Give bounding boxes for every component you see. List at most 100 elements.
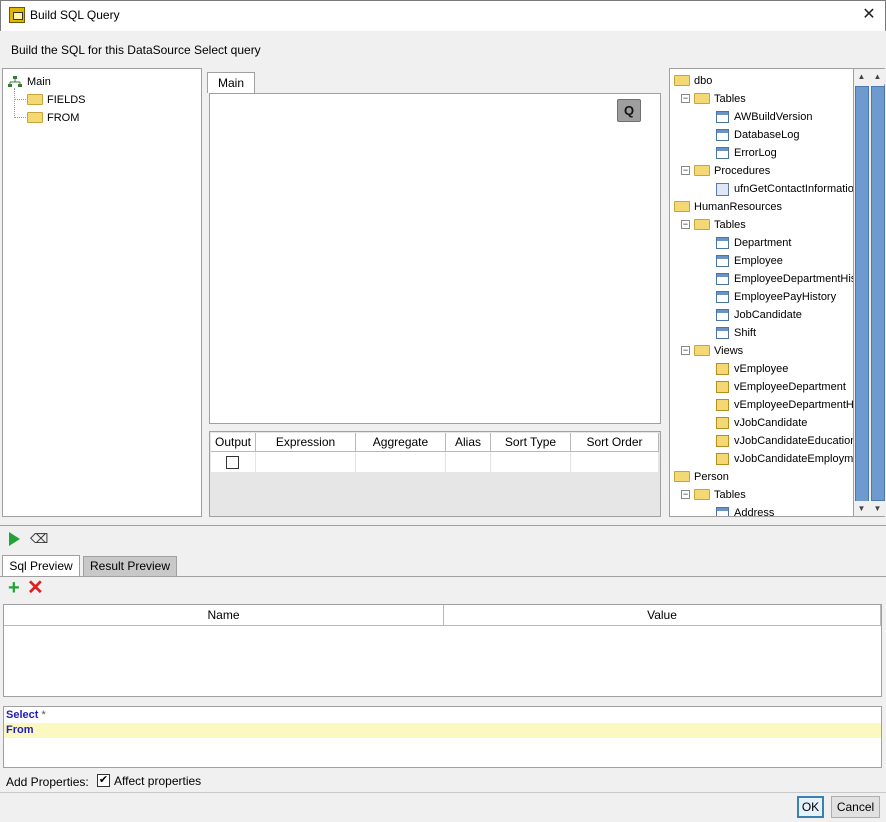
divider [0, 576, 886, 577]
schema-tree-item[interactable]: vEmployeeDepartmentHis [734, 396, 854, 414]
schema-scrollbar[interactable]: ▲ ▼ ▲ ▼ [853, 68, 885, 517]
collapse-icon[interactable]: − [681, 220, 690, 229]
schema-tree-item[interactable]: HumanResources [694, 198, 782, 216]
scroll-thumb[interactable] [871, 86, 885, 501]
tree-item-from[interactable]: FROM [47, 109, 79, 127]
output-checkbox[interactable] [226, 456, 239, 469]
current-line-highlight [4, 723, 881, 738]
schema-tree-item[interactable]: Department [734, 234, 791, 252]
schema-tree: dbo − Tables AWBuildVersion DatabaseLog Error… [669, 68, 855, 517]
properties-table: Name Value [3, 604, 882, 697]
folder-icon [27, 94, 43, 105]
column-sort-type[interactable]: Sort Type [491, 433, 571, 452]
table-row[interactable] [211, 452, 659, 472]
sql-keyword: Select [6, 709, 39, 721]
schema-tree-item[interactable]: Shift [734, 324, 756, 342]
schema-tree-item[interactable]: vJobCandidateEmployme [734, 450, 854, 468]
collapse-icon[interactable]: − [681, 166, 690, 175]
schema-tree-item[interactable]: JobCandidate [734, 306, 802, 324]
folder-icon [694, 93, 710, 104]
divider [0, 525, 886, 526]
column-expression[interactable]: Expression [256, 433, 356, 452]
column-output[interactable]: Output [211, 433, 256, 452]
schema-tree-item[interactable]: Procedures [714, 162, 770, 180]
column-value[interactable]: Value [444, 605, 881, 626]
view-icon [716, 453, 729, 465]
view-icon [716, 417, 729, 429]
table-icon [716, 129, 729, 141]
schema-tree-item[interactable]: EmployeeDepartmentHist [734, 270, 854, 288]
column-aggregate[interactable]: Aggregate [356, 433, 446, 452]
scroll-up-icon[interactable]: ▲ [870, 69, 885, 84]
schema-tree-item[interactable]: Address [734, 504, 774, 516]
close-icon[interactable]: ✕ [858, 4, 880, 26]
sql-line: From [6, 724, 34, 736]
affect-properties-label[interactable]: Affect properties [114, 774, 201, 788]
schema-tree-item[interactable]: vJobCandidate [734, 414, 807, 432]
sql-text: * [38, 709, 46, 721]
query-structure-tree: Main FIELDS FROM [2, 68, 202, 517]
view-icon [716, 381, 729, 393]
tree-item-main[interactable]: Main [27, 73, 51, 91]
dialog-subtitle: Build the SQL for this DataSource Select… [11, 43, 261, 57]
column-sort-order[interactable]: Sort Order [571, 433, 659, 452]
remove-icon[interactable]: ✕ [27, 578, 44, 598]
collapse-icon[interactable]: − [681, 346, 690, 355]
view-icon [716, 363, 729, 375]
app-icon [9, 7, 25, 23]
folder-icon [674, 471, 690, 482]
view-icon [716, 435, 729, 447]
sql-keyword: From [6, 724, 34, 736]
table-icon [716, 327, 729, 339]
procedure-icon [716, 183, 729, 196]
column-alias[interactable]: Alias [446, 433, 491, 452]
schema-tree-item[interactable]: vEmployeeDepartment [734, 378, 846, 396]
schema-tree-item[interactable]: Person [694, 468, 729, 486]
affect-properties-checkbox[interactable]: ✔ [97, 774, 110, 787]
schema-tree-item[interactable]: ufnGetContactInformation [734, 180, 854, 198]
tab-main[interactable]: Main [207, 72, 255, 93]
table-icon [716, 273, 729, 285]
scroll-thumb[interactable] [855, 86, 869, 506]
title-bar [0, 0, 886, 31]
tab-result-preview[interactable]: Result Preview [83, 556, 177, 576]
divider [0, 792, 886, 793]
schema-tree-item[interactable]: Tables [714, 216, 746, 234]
folder-icon [674, 75, 690, 86]
query-button[interactable]: Q [617, 99, 641, 122]
table-icon [716, 291, 729, 303]
schema-tree-item[interactable]: Tables [714, 90, 746, 108]
schema-tree-item[interactable]: vEmployee [734, 360, 788, 378]
window-title: Build SQL Query [30, 8, 120, 22]
schema-tree-item[interactable]: AWBuildVersion [734, 108, 812, 126]
view-icon [716, 399, 729, 411]
schema-tree-item[interactable]: Employee [734, 252, 783, 270]
schema-tree-item[interactable]: Tables [714, 486, 746, 504]
scroll-down-icon[interactable]: ▼ [870, 501, 885, 516]
schema-tree-item[interactable]: dbo [694, 72, 712, 90]
add-icon[interactable]: + [8, 578, 24, 598]
cancel-button[interactable]: Cancel [831, 796, 880, 818]
folder-icon [674, 201, 690, 212]
scroll-down-icon[interactable]: ▼ [854, 501, 869, 516]
eraser-icon[interactable]: ⌫ [30, 532, 48, 545]
folder-icon [694, 165, 710, 176]
table-icon [716, 507, 729, 516]
tab-sql-preview[interactable]: Sql Preview [2, 555, 80, 577]
schema-tree-item[interactable]: EmployeePayHistory [734, 288, 836, 306]
add-properties-label: Add Properties: [6, 775, 89, 789]
schema-tree-item[interactable]: DatabaseLog [734, 126, 799, 144]
folder-icon [27, 112, 43, 123]
collapse-icon[interactable]: − [681, 490, 690, 499]
schema-tree-item[interactable]: vJobCandidateEducation [734, 432, 854, 450]
schema-tree-item[interactable]: ErrorLog [734, 144, 777, 162]
column-name[interactable]: Name [4, 605, 444, 626]
run-icon[interactable] [9, 532, 20, 546]
scroll-up-icon[interactable]: ▲ [854, 69, 869, 84]
ok-button[interactable]: OK [797, 796, 824, 818]
collapse-icon[interactable]: − [681, 94, 690, 103]
table-icon [716, 237, 729, 249]
tree-item-fields[interactable]: FIELDS [47, 91, 86, 109]
design-canvas[interactable] [209, 93, 661, 424]
schema-tree-item[interactable]: Views [714, 342, 743, 360]
